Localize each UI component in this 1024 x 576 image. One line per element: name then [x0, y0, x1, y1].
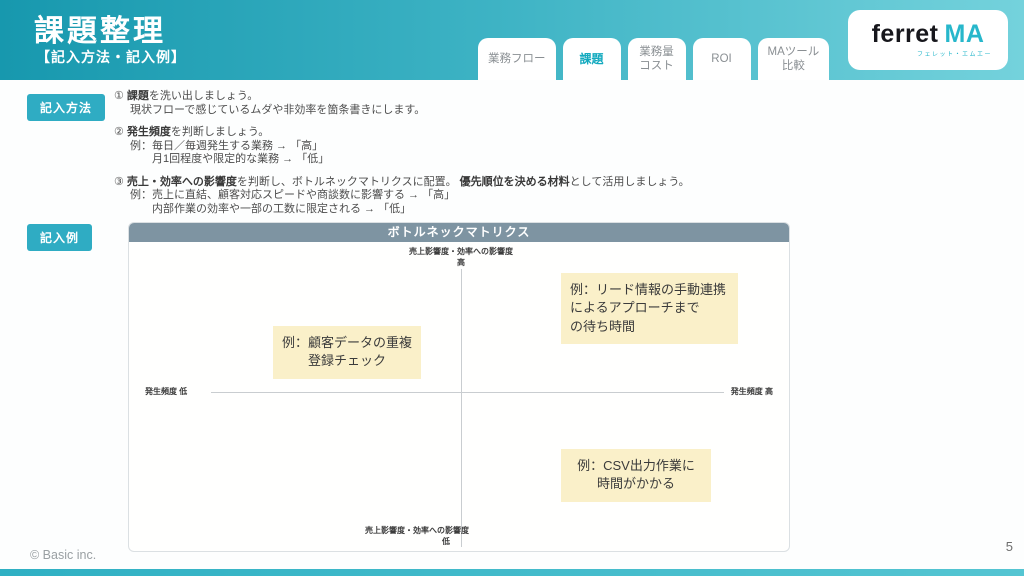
- axis-top-label: 売上影響度・効率への影響度: [409, 246, 513, 257]
- tab-workflow[interactable]: 業務フロー: [478, 38, 556, 80]
- page-number: 5: [1006, 539, 1013, 554]
- matrix-card: ボトルネックマトリクス 売上影響度・効率への影響度 高 売上影響度・効率への影響…: [128, 222, 790, 552]
- slide: 課題整理 【記入方法・記入例】 業務フロー課題業務量 コストROIMAツール 比…: [0, 0, 1024, 576]
- instruction-number: ③: [114, 176, 127, 188]
- axis-bottom-value: 低: [365, 536, 469, 547]
- axis-label-top: 売上影響度・効率への影響度 高: [409, 246, 513, 268]
- tab-issues[interactable]: 課題: [563, 38, 621, 80]
- matrix-note-csv-export: 例：CSV出力作業に 時間がかかる: [561, 449, 711, 502]
- brand-logo: ferretMA フェレット・エムエー: [848, 10, 1008, 70]
- axis-label-right: 発生頻度 高: [731, 386, 773, 397]
- horizontal-axis-line: [211, 392, 724, 393]
- header-band: 課題整理 【記入方法・記入例】 業務フロー課題業務量 コストROIMAツール 比…: [0, 0, 1024, 80]
- logo-ferret-text: ferret: [872, 20, 939, 48]
- instruction-subline: 例：毎日／毎週発生する業務 → 「高」: [114, 140, 690, 154]
- page-title: 課題整理: [34, 6, 166, 50]
- axis-top-value: 高: [409, 257, 513, 268]
- instruction-lead: ① 課題を洗い出しましょう。: [114, 90, 690, 104]
- instruction-number: ②: [114, 126, 127, 138]
- axis-bottom-label: 売上影響度・効率への影響度: [365, 525, 469, 536]
- matrix-note-lead-handoff: 例：リード情報の手動連携 によるアプローチまで の待ち時間: [561, 273, 738, 344]
- axis-label-left: 発生頻度 低: [145, 386, 187, 397]
- axis-label-bottom: 売上影響度・効率への影響度 低: [365, 525, 469, 547]
- instruction-number: ①: [114, 90, 127, 102]
- logo-ma-text: MA: [945, 20, 985, 48]
- footer-copyright: © Basic inc.: [30, 548, 96, 562]
- method-badge: 記入方法: [27, 94, 105, 121]
- matrix-note-duplicate-check: 例：顧客データの重複 登録チェック: [273, 326, 421, 379]
- brand-logo-text: ferretMA: [872, 22, 985, 47]
- instruction-lead: ③ 売上・効率への影響度を判断し、ボトルネックマトリクスに配置。 優先順位を決め…: [114, 176, 690, 190]
- logo-tagline: フェレット・エムエー: [917, 49, 992, 58]
- bottom-accent-bar: [0, 569, 1024, 576]
- example-badge: 記入例: [27, 224, 92, 251]
- instructions: ① 課題を洗い出しましょう。現状フローで感じているムダや非効率を箇条書きにします…: [114, 90, 690, 225]
- vertical-axis-line: [461, 269, 462, 547]
- instruction-subline: 例：売上に直結、顧客対応スピードや商談数に影響する → 「高」: [114, 189, 690, 203]
- instruction-1: ① 課題を洗い出しましょう。現状フローで感じているムダや非効率を箇条書きにします…: [114, 90, 690, 117]
- tab-roi[interactable]: ROI: [693, 38, 751, 80]
- page-subtitle: 【記入方法・記入例】: [36, 47, 186, 67]
- instruction-2: ② 発生頻度を判断しましょう。例：毎日／毎週発生する業務 → 「高」 月1回程度…: [114, 126, 690, 167]
- instruction-lead: ② 発生頻度を判断しましょう。: [114, 126, 690, 140]
- instruction-subline: 内部作業の効率や一部の工数に限定される → 「低」: [114, 203, 690, 217]
- matrix-title-bar: ボトルネックマトリクス: [129, 223, 789, 242]
- instruction-3: ③ 売上・効率への影響度を判断し、ボトルネックマトリクスに配置。 優先順位を決め…: [114, 176, 690, 217]
- tab-ma-tool-comparison[interactable]: MAツール 比較: [758, 38, 830, 80]
- header-tabs: 業務フロー課題業務量 コストROIMAツール 比較: [478, 38, 829, 80]
- instruction-subline: 現状フローで感じているムダや非効率を箇条書きにします。: [114, 104, 690, 118]
- tab-volume-cost[interactable]: 業務量 コスト: [628, 38, 686, 80]
- instruction-subline: 月1回程度や限定的な業務 → 「低」: [114, 153, 690, 167]
- matrix-plot: 売上影響度・効率への影響度 高 売上影響度・効率への影響度 低 発生頻度 低 発…: [129, 242, 789, 551]
